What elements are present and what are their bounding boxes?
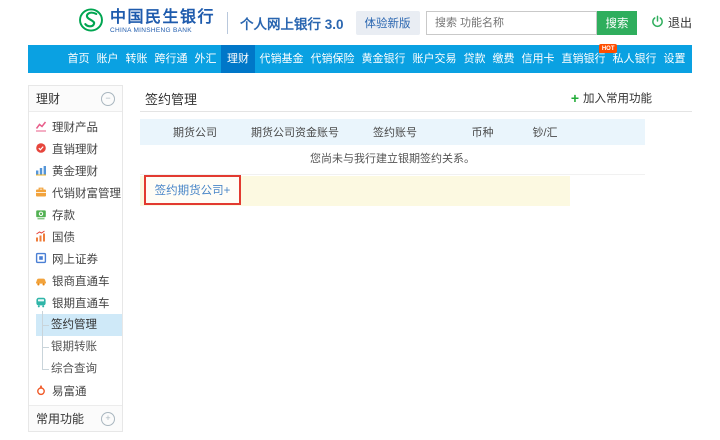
badge-check-icon — [35, 142, 47, 157]
bar-chart-icon — [35, 164, 47, 179]
deposit-icon — [35, 208, 47, 223]
add-to-favorites-label: 加入常用功能 — [583, 90, 652, 106]
nav-item-settings[interactable]: 设置 — [661, 45, 688, 73]
column-cash-remit: 钞/汇 — [515, 124, 575, 140]
nav-item-direct-bank[interactable]: 直销银行 HOT — [559, 45, 608, 73]
nav-item-forex[interactable]: 外汇 — [192, 45, 219, 73]
sidebar-item-deposits[interactable]: 存款 — [29, 204, 122, 226]
sidebar-item-label: 黄金理财 — [52, 163, 98, 179]
sidebar-item-label: 代销财富管理 — [52, 185, 121, 201]
nav-item-private-bank[interactable]: 私人银行 — [610, 45, 659, 73]
sign-futures-company-link[interactable]: 签约期货公司+ — [155, 182, 231, 198]
add-to-favorites-button[interactable]: + 加入常用功能 — [571, 90, 652, 106]
sidebar-footer[interactable]: 常用功能 + — [29, 405, 122, 431]
nav-item-more[interactable]: 更多 — [690, 45, 717, 73]
nav-item-transfer[interactable]: 转账 — [123, 45, 150, 73]
nav-item-credit-card[interactable]: 信用卡 — [519, 45, 557, 73]
sidebar-item-label: 国债 — [52, 229, 75, 245]
sidebar-item-label: 网上证券 — [52, 251, 98, 267]
search-input[interactable] — [426, 11, 597, 35]
logout-button[interactable]: 退出 — [651, 14, 692, 31]
sidebar-items: 理财产品 直销理财 黄金理财 代销财富管理 存款 — [29, 112, 122, 405]
nav-item-accounts[interactable]: 账户 — [94, 45, 121, 73]
nav-item-loans[interactable]: 贷款 — [461, 45, 488, 73]
nav-item-gold[interactable]: 黄金银行 — [359, 45, 408, 73]
sidebar-item-label: 银商直通车 — [52, 273, 110, 289]
main-nav: 首页 账户 转账 跨行通 外汇 理财 代销基金 代销保险 黄金银行 账户交易 贷… — [28, 45, 692, 73]
bank-logo: 中国民生银行 CHINA MINSHENG BANK — [78, 7, 215, 38]
sidebar-item-online-securities[interactable]: 网上证券 — [29, 248, 122, 270]
column-futures-company: 期货公司 — [140, 124, 250, 140]
sidebar-item-gold-wealth[interactable]: 黄金理财 — [29, 160, 122, 182]
sidebar-item-label: 存款 — [52, 207, 75, 223]
sidebar-item-yifutong[interactable]: 易富通 — [29, 380, 122, 402]
line-chart-icon — [35, 120, 47, 135]
sidebar-subitem-signing-management[interactable]: 签约管理 — [36, 314, 122, 336]
nav-item-home[interactable]: 首页 — [65, 45, 92, 73]
sidebar: 理财 − 理财产品 直销理财 黄金理财 代销财富管理 — [28, 85, 123, 432]
sidebar-item-bank-commodity-express[interactable]: 银商直通车 — [29, 270, 122, 292]
table-header-row: 期货公司 期货公司资金账号 签约账号 币种 钞/汇 — [140, 119, 645, 145]
try-new-version-button[interactable]: 体验新版 — [356, 11, 420, 35]
sidebar-item-label: 直销理财 — [52, 141, 98, 157]
logout-label: 退出 — [668, 14, 692, 31]
sidebar-title: 理财 — [36, 90, 60, 107]
bus-icon — [35, 296, 47, 311]
header-actions: 搜索 退出 — [426, 11, 692, 35]
car-icon — [35, 274, 47, 289]
main-panel: 签约管理 + 加入常用功能 期货公司 期货公司资金账号 签约账号 币种 钞/汇 … — [140, 85, 692, 432]
sidebar-header: 理财 − — [29, 86, 122, 112]
nav-item-wealth[interactable]: 理财 — [221, 45, 255, 73]
bank-name-en: CHINA MINSHENG BANK — [110, 28, 215, 35]
seal-icon — [35, 384, 47, 399]
sidebar-subtree: 签约管理 银期转账 综合查询 — [29, 314, 122, 380]
sidebar-item-direct-wealth[interactable]: 直销理财 — [29, 138, 122, 160]
content-area: 理财 − 理财产品 直销理财 黄金理财 代销财富管理 — [28, 85, 692, 432]
column-currency: 币种 — [450, 124, 515, 140]
minus-circle-icon[interactable]: − — [101, 92, 115, 106]
top-header: 中国民生银行 CHINA MINSHENG BANK 个人网上银行 3.0 体验… — [28, 0, 692, 45]
column-futures-fund-account: 期货公司资金账号 — [250, 124, 340, 140]
header-divider — [227, 12, 228, 34]
briefcase-icon — [35, 186, 47, 201]
nav-item-interbank[interactable]: 跨行通 — [152, 45, 190, 73]
search-button[interactable]: 搜索 — [597, 11, 637, 35]
sidebar-item-wealth-management[interactable]: 代销财富管理 — [29, 182, 122, 204]
sidebar-item-bonds[interactable]: 国债 — [29, 226, 122, 248]
minsheng-logo-icon — [78, 7, 104, 38]
power-icon — [651, 15, 664, 31]
sidebar-item-label: 银期直通车 — [52, 295, 110, 311]
signing-table: 期货公司 期货公司资金账号 签约账号 币种 钞/汇 您尚未与我行建立银期签约关系… — [140, 119, 645, 206]
main-header: 签约管理 + 加入常用功能 — [140, 85, 692, 112]
column-signing-account: 签约账号 — [340, 124, 450, 140]
sidebar-item-label: 理财产品 — [52, 119, 98, 135]
tree-line — [42, 311, 43, 369]
nav-item-funds[interactable]: 代销基金 — [257, 45, 306, 73]
sidebar-item-wealth-products[interactable]: 理财产品 — [29, 116, 122, 138]
action-row: 签约期货公司+ — [140, 176, 570, 206]
sidebar-item-label: 易富通 — [52, 383, 87, 399]
bond-chart-icon — [35, 230, 47, 245]
plus-circle-icon[interactable]: + — [101, 412, 115, 426]
nav-item-direct-bank-label: 直销银行 — [562, 53, 606, 65]
bank-name: 中国民生银行 CHINA MINSHENG BANK — [110, 10, 215, 35]
product-name: 个人网上银行 3.0 — [240, 13, 344, 33]
plus-icon: + — [571, 91, 579, 105]
securities-icon — [35, 252, 47, 267]
sidebar-footer-label: 常用功能 — [36, 410, 84, 427]
page: 中国民生银行 CHINA MINSHENG BANK 个人网上银行 3.0 体验… — [28, 0, 692, 432]
page-title: 签约管理 — [145, 89, 197, 108]
bank-name-cn: 中国民生银行 — [110, 10, 215, 26]
annotation-box: 签约期货公司+ — [144, 175, 241, 205]
nav-item-insurance[interactable]: 代销保险 — [308, 45, 357, 73]
empty-message: 您尚未与我行建立银期签约关系。 — [140, 145, 645, 175]
nav-item-transactions[interactable]: 账户交易 — [410, 45, 459, 73]
nav-item-payments[interactable]: 缴费 — [490, 45, 517, 73]
